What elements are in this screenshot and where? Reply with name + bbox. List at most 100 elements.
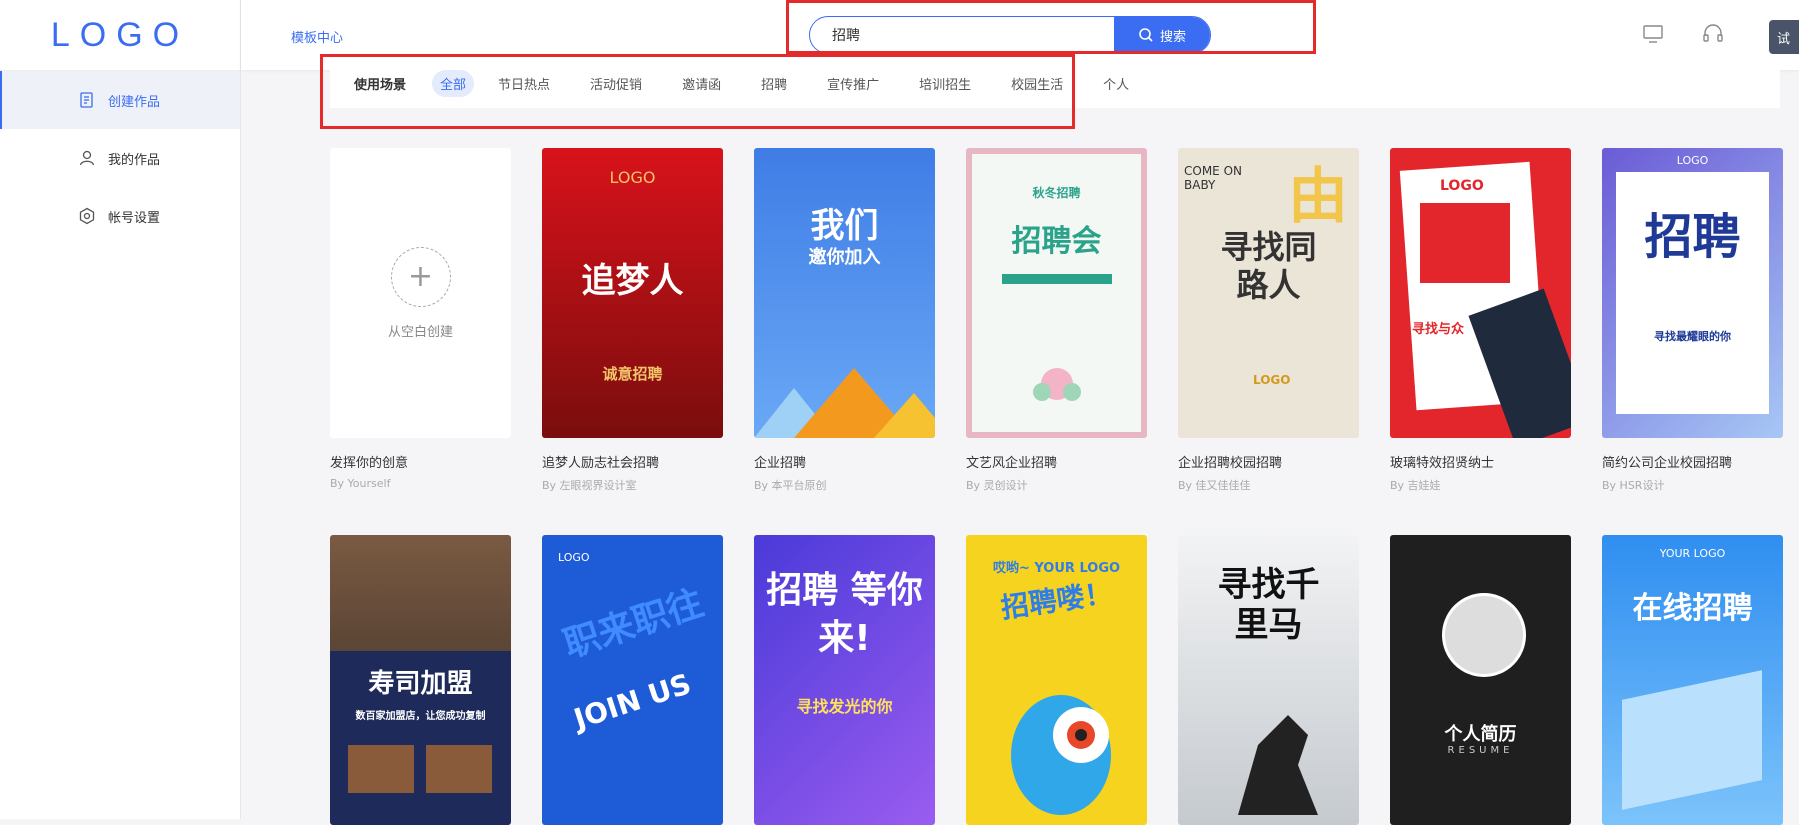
template-thumb: 寿司加盟 数百家加盟店，让您成功复制 xyxy=(330,535,511,825)
trial-button[interactable]: 试 xyxy=(1769,20,1799,54)
plus-icon: + xyxy=(390,246,451,307)
template-card[interactable]: LOGO 寻找与众 玻璃特效招贤纳士 By 吉娃娃 xyxy=(1390,148,1571,493)
card-author: By Yourself xyxy=(330,477,391,490)
sidebar-item-label: 帐号设置 xyxy=(108,210,161,226)
poster-subline: 数百家加盟店，让您成功复制 xyxy=(355,711,486,722)
template-card[interactable]: COME ON BABY 由 寻找同路人 LOGO 企业招聘校园招聘 By 佳又… xyxy=(1178,148,1359,493)
sushi-image xyxy=(348,745,414,793)
template-thumb: COME ON BABY 由 寻找同路人 LOGO xyxy=(1178,148,1359,438)
template-thumb: LOGO 招聘 寻找最耀眼的你 xyxy=(1602,148,1783,438)
poster-headline: 招聘 xyxy=(1644,209,1741,265)
poster-headline: 寿司加盟 xyxy=(368,669,473,699)
card-title: 简约公司企业校园招聘 xyxy=(1602,456,1733,471)
blank-thumb: + 从空白创建 xyxy=(330,148,511,438)
poster-headline: 职来职往 xyxy=(558,582,709,667)
toucan-illustration xyxy=(1011,695,1111,815)
template-card[interactable]: 秋冬招聘 招聘会 文艺风企业招聘 By 灵创设计 xyxy=(966,148,1147,493)
template-thumb: LOGO 追梦人 诚意招聘 xyxy=(542,148,723,438)
poster-logo: LOGO xyxy=(1440,178,1484,194)
template-card[interactable]: LOGO 追梦人 诚意招聘 追梦人励志社会招聘 By 左眼视界设计室 xyxy=(542,148,723,493)
card-author: By 吉娃娃 xyxy=(1390,479,1441,492)
template-card[interactable]: 个人简历 RESUME xyxy=(1390,535,1571,825)
sidebar-item-create[interactable]: 创建作品 xyxy=(0,71,240,129)
card-author: By 本平台原创 xyxy=(754,479,827,492)
template-thumb: LOGO 寻找与众 xyxy=(1390,148,1571,438)
sidebar-item-my-works[interactable]: 我的作品 xyxy=(0,129,240,187)
create-icon xyxy=(80,92,93,108)
sidebar-item-label: 我的作品 xyxy=(108,152,161,168)
template-card[interactable]: 我们 邀你加入 企业招聘 By 本平台原创 xyxy=(754,148,935,493)
poster-headline: 招聘会 xyxy=(1011,224,1102,259)
highlight-box-search xyxy=(786,0,1316,54)
sidebar-item-label: 创建作品 xyxy=(108,94,161,110)
user-icon xyxy=(79,150,95,166)
poster-headline: 招聘喽！ xyxy=(998,576,1115,625)
poster-headline: 寻找千里马 xyxy=(1217,565,1320,645)
poster-headline: 招聘 等你来! xyxy=(766,570,923,659)
poster-deco: 由 xyxy=(1288,162,1348,232)
mountain-illustration xyxy=(754,368,935,438)
template-thumb: LOGO 职来职往 JOIN US xyxy=(542,535,723,825)
horse-illustration xyxy=(1238,715,1318,815)
poster-logo: LOGO xyxy=(1676,154,1709,167)
app-logo[interactable]: LOGO xyxy=(0,0,240,71)
poster-subline: 寻找发光的你 xyxy=(796,697,893,716)
template-thumb: YOUR LOGO 在线招聘 xyxy=(1602,535,1783,825)
template-card[interactable]: 哎哟~ YOUR LOGO 招聘喽！ xyxy=(966,535,1147,825)
poster-block xyxy=(1420,203,1510,283)
card-author: By 左眼视界设计室 xyxy=(542,479,637,492)
template-card[interactable]: 寻找千里马 xyxy=(1178,535,1359,825)
poster-logo: LOGO xyxy=(1253,373,1291,387)
template-thumb: 哎哟~ YOUR LOGO 招聘喽！ xyxy=(966,535,1147,825)
poster-headline: 寻找与众 xyxy=(1412,322,1465,337)
poster-subline: 秋冬招聘 xyxy=(1032,186,1081,200)
poster-bar xyxy=(1002,274,1112,284)
headset-icon[interactable] xyxy=(1701,22,1725,46)
sushi-image xyxy=(426,745,492,793)
card-author: By 佳又佳佳佳 xyxy=(1178,479,1251,492)
card-title: 企业招聘 xyxy=(754,456,807,471)
poster-headline: 在线招聘 xyxy=(1632,591,1753,626)
poster-subline: 诚意招聘 xyxy=(602,365,663,383)
highlight-box-filter xyxy=(320,54,1075,129)
poster-headline: 我们 xyxy=(810,206,879,246)
poster-headline: 追梦人 xyxy=(581,261,684,301)
poster-headline: 个人简历 xyxy=(1444,724,1517,745)
template-card[interactable]: 寿司加盟 数百家加盟店，让您成功复制 xyxy=(330,535,511,825)
poster-subline: YOUR LOGO xyxy=(1659,547,1726,560)
card-author: By 灵创设计 xyxy=(966,479,1028,492)
flower-illustration xyxy=(1033,368,1081,401)
template-thumb: 我们 邀你加入 xyxy=(754,148,935,438)
poster-logo: LOGO xyxy=(609,168,656,187)
sidebar: LOGO 创建作品 我的作品 帐号设置 xyxy=(0,0,241,819)
poster-logo: LOGO xyxy=(558,551,590,564)
filter-chip-personal[interactable]: 个人 xyxy=(1095,70,1137,97)
template-card[interactable]: LOGO 职来职往 JOIN US xyxy=(542,535,723,825)
template-card[interactable]: LOGO 招聘 寻找最耀眼的你 简约公司企业校园招聘 By HSR设计 xyxy=(1602,148,1783,493)
monitor-icon[interactable] xyxy=(1641,22,1665,46)
poster-subline: JOIN US xyxy=(569,667,696,736)
sidebar-item-account-settings[interactable]: 帐号设置 xyxy=(0,187,240,245)
template-card[interactable]: YOUR LOGO 在线招聘 xyxy=(1602,535,1783,825)
card-title: 玻璃特效招贤纳士 xyxy=(1390,456,1495,471)
template-thumb: 个人简历 RESUME xyxy=(1390,535,1571,825)
template-thumb: 寻找千里马 xyxy=(1178,535,1359,825)
isometric-illustration xyxy=(1622,670,1762,810)
blank-create-card[interactable]: + 从空白创建 发挥你的创意 By Yourself xyxy=(330,148,511,490)
template-thumb: 秋冬招聘 招聘会 xyxy=(966,148,1147,438)
breadcrumb-template-center[interactable]: 模板中心 xyxy=(291,27,343,46)
avatar xyxy=(1442,593,1526,677)
card-title: 文艺风企业招聘 xyxy=(966,456,1058,471)
card-title: 追梦人励志社会招聘 xyxy=(542,456,660,471)
template-thumb: 招聘 等你来! 寻找发光的你 xyxy=(754,535,935,825)
poster-subline: RESUME xyxy=(1447,745,1514,756)
card-author: By HSR设计 xyxy=(1602,479,1665,492)
settings-icon xyxy=(79,207,95,225)
card-title: 企业招聘校园招聘 xyxy=(1178,456,1283,471)
poster-subline: 寻找最耀眼的你 xyxy=(1654,330,1731,343)
poster-headline: 寻找同路人 xyxy=(1220,228,1317,304)
card-title: 发挥你的创意 xyxy=(330,456,409,471)
poster-subline: COME ON BABY xyxy=(1184,164,1242,192)
poster-subline: 邀你加入 xyxy=(808,247,881,268)
template-card[interactable]: 招聘 等你来! 寻找发光的你 xyxy=(754,535,935,825)
